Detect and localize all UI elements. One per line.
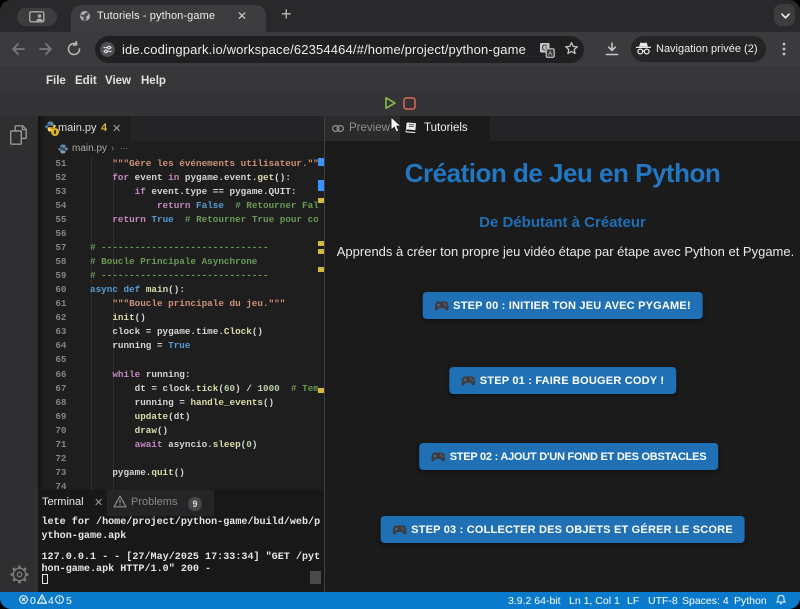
svg-text:A: A — [548, 50, 553, 57]
